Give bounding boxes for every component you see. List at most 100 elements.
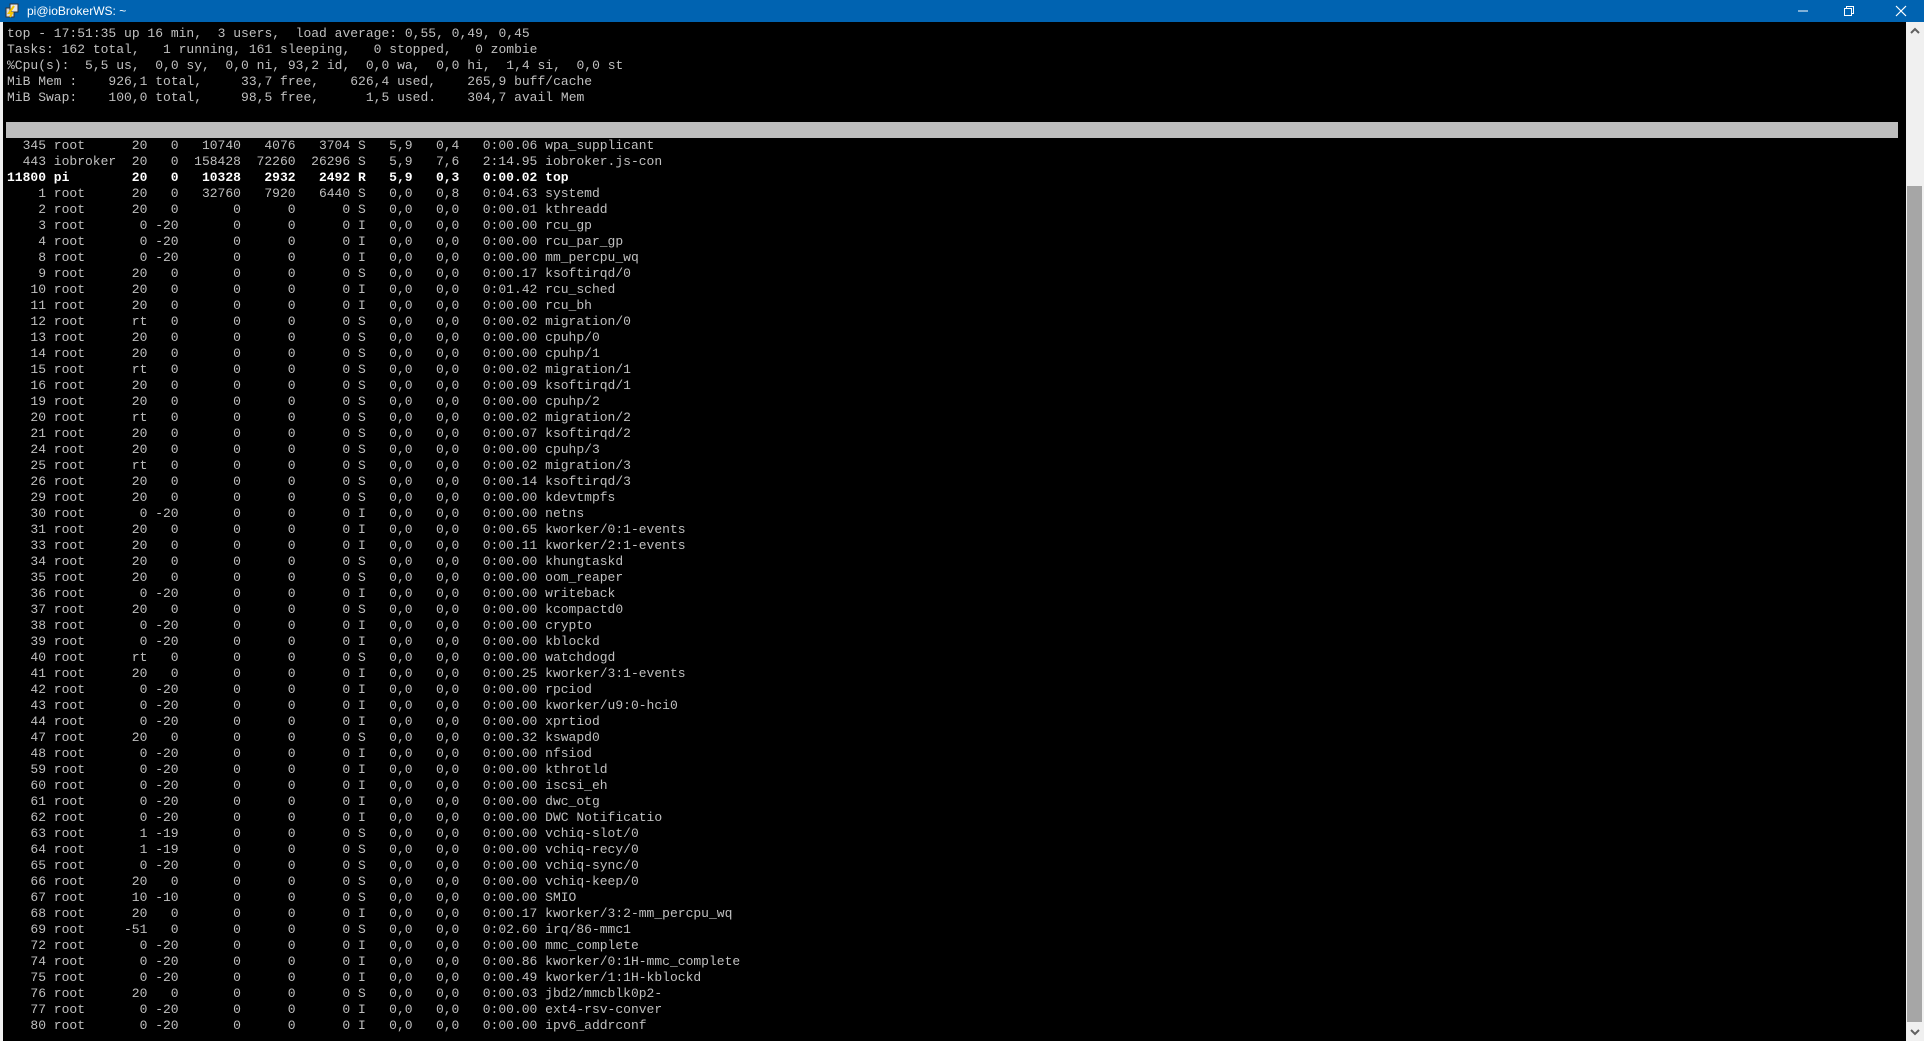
- cell-s: S: [357, 842, 366, 857]
- cell-pid: 8: [38, 250, 46, 265]
- cell-res: 0: [287, 442, 296, 457]
- vertical-scrollbar[interactable]: [1906, 22, 1924, 1041]
- cell-mem: 0,0: [435, 682, 460, 697]
- cell-mem: 0,0: [435, 826, 460, 841]
- cell-virt: 0: [233, 1002, 241, 1017]
- cell-cpu: 0,0: [389, 746, 413, 761]
- cell-shr: 0: [342, 330, 351, 345]
- cell-time: 0:00.00: [482, 234, 538, 249]
- cell-cmd: xprtiod: [545, 714, 600, 729]
- cell-pid: 11800: [7, 170, 47, 185]
- cell-ni: 0: [170, 426, 179, 441]
- cell-cpu: 0,0: [389, 474, 413, 489]
- cell-shr: 0: [342, 922, 351, 937]
- cell-mem: 0,0: [435, 586, 460, 601]
- putty-icon[interactable]: [5, 3, 20, 18]
- cell-pr: 20: [131, 186, 148, 201]
- summary-mem: MiB Mem : 926,1 total, 33,7 free, 626,4 …: [7, 74, 593, 89]
- cell-pid: 19: [30, 394, 46, 409]
- cell-pr: rt: [131, 314, 148, 329]
- minimize-icon: [1798, 10, 1808, 12]
- cell-s: S: [357, 346, 366, 361]
- scroll-up-button[interactable]: [1906, 22, 1924, 40]
- cell-s: I: [357, 218, 366, 233]
- process-row: 15 root rt 0 0 0 0 S 0,0 0,0 0:00.02 migration/1: [7, 362, 631, 378]
- cell-user: root: [53, 538, 86, 553]
- cell-ni: 0: [170, 394, 179, 409]
- cell-pid: 61: [30, 794, 46, 809]
- scrollbar-thumb[interactable]: [1907, 186, 1922, 1022]
- cell-pid: 39: [30, 634, 46, 649]
- cell-time: 2:14.95: [482, 154, 538, 169]
- cell-res: 0: [287, 314, 296, 329]
- cell-pid: 64: [30, 842, 46, 857]
- cell-cpu: 0,0: [389, 938, 413, 953]
- cell-shr: 0: [342, 410, 351, 425]
- cell-shr: 0: [342, 778, 351, 793]
- restore-button[interactable]: [1826, 0, 1872, 22]
- cell-ni: 0: [170, 154, 179, 169]
- cell-pr: 10: [131, 890, 148, 905]
- cell-virt: 0: [233, 442, 241, 457]
- cell-pr: 0: [139, 698, 148, 713]
- cell-ni: 0: [170, 602, 179, 617]
- cell-res: 0: [287, 362, 296, 377]
- cell-shr: 0: [342, 378, 351, 393]
- cell-virt: 0: [233, 410, 241, 425]
- cell-pr: 20: [131, 394, 148, 409]
- cell-s: S: [357, 826, 366, 841]
- summary-tasks: Tasks: 162 total, 1 running, 161 sleepin…: [7, 42, 538, 57]
- summary-uptime: top - 17:51:35 up 16 min, 3 users, load …: [7, 26, 530, 41]
- process-row: 19 root 20 0 0 0 0 S 0,0 0,0 0:00.00 cpuhp/2: [7, 394, 599, 410]
- minimize-button[interactable]: [1780, 0, 1826, 22]
- cell-user: root: [53, 970, 86, 985]
- cell-s: I: [357, 778, 366, 793]
- cell-virt: 0: [233, 970, 241, 985]
- process-row: 30 root 0 -20 0 0 0 I 0,0 0,0 0:00.00 netns: [7, 506, 584, 522]
- cell-cpu: 0,0: [389, 890, 413, 905]
- cell-virt: 0: [233, 362, 241, 377]
- cell-shr: 0: [342, 266, 351, 281]
- cell-virt: 0: [233, 666, 241, 681]
- cell-mem: 0,0: [435, 490, 460, 505]
- cell-res: 0: [287, 538, 296, 553]
- cell-pid: 12: [30, 314, 46, 329]
- cell-shr: 0: [342, 618, 351, 633]
- cell-user: root: [53, 186, 86, 201]
- cell-cmd: vchiq-sync/0: [545, 858, 639, 873]
- cell-user: root: [53, 570, 86, 585]
- cell-pid: 76: [30, 986, 46, 1001]
- cell-cmd: kblockd: [545, 634, 600, 649]
- cell-cpu: 0,0: [389, 762, 413, 777]
- cell-cmd: oom_reaper: [545, 570, 624, 585]
- cell-time: 0:00.00: [482, 490, 538, 505]
- cell-mem: 0,0: [435, 858, 460, 873]
- cell-cmd: migration/0: [545, 314, 631, 329]
- cell-shr: 0: [342, 986, 351, 1001]
- cell-s: I: [357, 698, 366, 713]
- cell-user: root: [53, 442, 86, 457]
- cell-virt: 0: [233, 890, 241, 905]
- cell-time: 0:00.00: [482, 650, 538, 665]
- cell-cmd: kworker/u9:0-hci0: [545, 698, 678, 713]
- cell-mem: 0,0: [435, 874, 460, 889]
- terminal-area[interactable]: top - 17:51:35 up 16 min, 3 users, load …: [0, 22, 1906, 1041]
- close-button[interactable]: [1878, 0, 1924, 22]
- process-row: 2 root 20 0 0 0 0 S 0,0 0,0 0:00.01 kthreadd: [7, 202, 607, 218]
- cell-virt: 0: [233, 330, 241, 345]
- cell-cpu: 0,0: [389, 602, 413, 617]
- cell-time: 0:00.25: [482, 666, 538, 681]
- cell-pr: 20: [131, 266, 148, 281]
- cell-res: 0: [287, 906, 296, 921]
- cell-time: 0:00.00: [482, 890, 538, 905]
- cell-user: root: [53, 426, 86, 441]
- scroll-down-button[interactable]: [1906, 1023, 1924, 1041]
- process-row: 1 root 20 0 32760 7920 6440 S 0,0 0,8 0:04.63 syste…: [7, 186, 600, 202]
- cell-res: 0: [287, 938, 296, 953]
- cell-time: 0:00.00: [482, 250, 538, 265]
- cell-shr: 0: [342, 522, 351, 537]
- process-row: 43 root 0 -20 0 0 0 I 0,0 0,0 0:00.00 kworker/u9:0-…: [7, 698, 678, 714]
- cell-ni: 0: [170, 362, 179, 377]
- process-row: 80 root 0 -20 0 0 0 I 0,0 0,0 0:00.00 ipv6_addrconf: [7, 1018, 646, 1034]
- cell-pid: 69: [30, 922, 46, 937]
